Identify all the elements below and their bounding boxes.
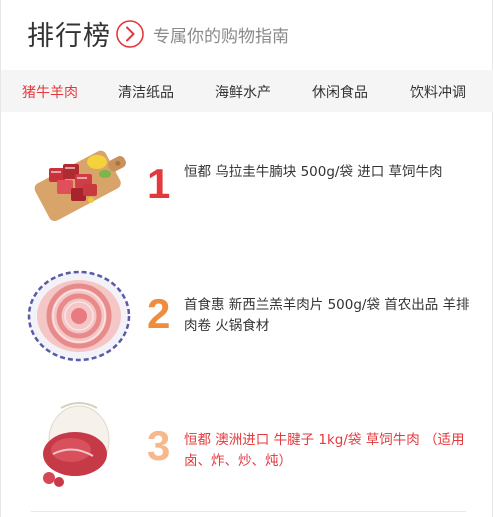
ranking-item[interactable]: 1 恒都 乌拉圭牛腩块 500g/袋 进口 草饲牛肉 [1, 120, 493, 250]
product-name[interactable]: 恒都 乌拉圭牛腩块 500g/袋 进口 草饲牛肉 [184, 162, 474, 183]
divider [31, 511, 466, 512]
tab-seafood[interactable]: 海鲜水产 [215, 82, 271, 102]
product-image[interactable] [25, 134, 133, 234]
rank-number: 3 [147, 422, 171, 469]
ranking-item[interactable]: 2 首食惠 新西兰羔羊肉片 500g/袋 首农出品 羊排肉卷 火锅食材 [1, 250, 493, 380]
page-subtitle[interactable]: 专属你的购物指南 [153, 22, 289, 47]
ranking-header: 排行榜 专属你的购物指南 [1, 0, 493, 70]
tab-snacks[interactable]: 休闲食品 [312, 82, 368, 102]
rank-number: 1 [147, 160, 171, 207]
product-name[interactable]: 恒都 澳洲进口 牛腱子 1kg/袋 草饲牛肉 （适用卤、炸、炒、炖） [184, 430, 474, 472]
tab-cleaning-paper[interactable]: 清洁纸品 [118, 82, 174, 102]
ranking-item[interactable]: 3 恒都 澳洲进口 牛腱子 1kg/袋 草饲牛肉 （适用卤、炸、炒、炖） [1, 380, 493, 510]
tab-beverages[interactable]: 饮料冲调 [410, 82, 466, 102]
tab-pork-beef-lamb[interactable]: 猪牛羊肉 [22, 82, 78, 102]
page-title: 排行榜 [27, 21, 111, 52]
product-name[interactable]: 首食惠 新西兰羔羊肉片 500g/袋 首农出品 羊排肉卷 火锅食材 [184, 295, 474, 337]
rank-number: 2 [147, 290, 171, 337]
product-image[interactable] [25, 396, 133, 496]
ranking-panel: 排行榜 专属你的购物指南 猪牛羊肉 清洁纸品 海鲜水产 休闲食品 饮料冲调 1 … [0, 0, 493, 517]
category-tabs: 猪牛羊肉 清洁纸品 海鲜水产 休闲食品 饮料冲调 [1, 70, 493, 112]
product-image[interactable] [25, 264, 133, 364]
chevron-right-circle-icon[interactable] [115, 19, 145, 49]
